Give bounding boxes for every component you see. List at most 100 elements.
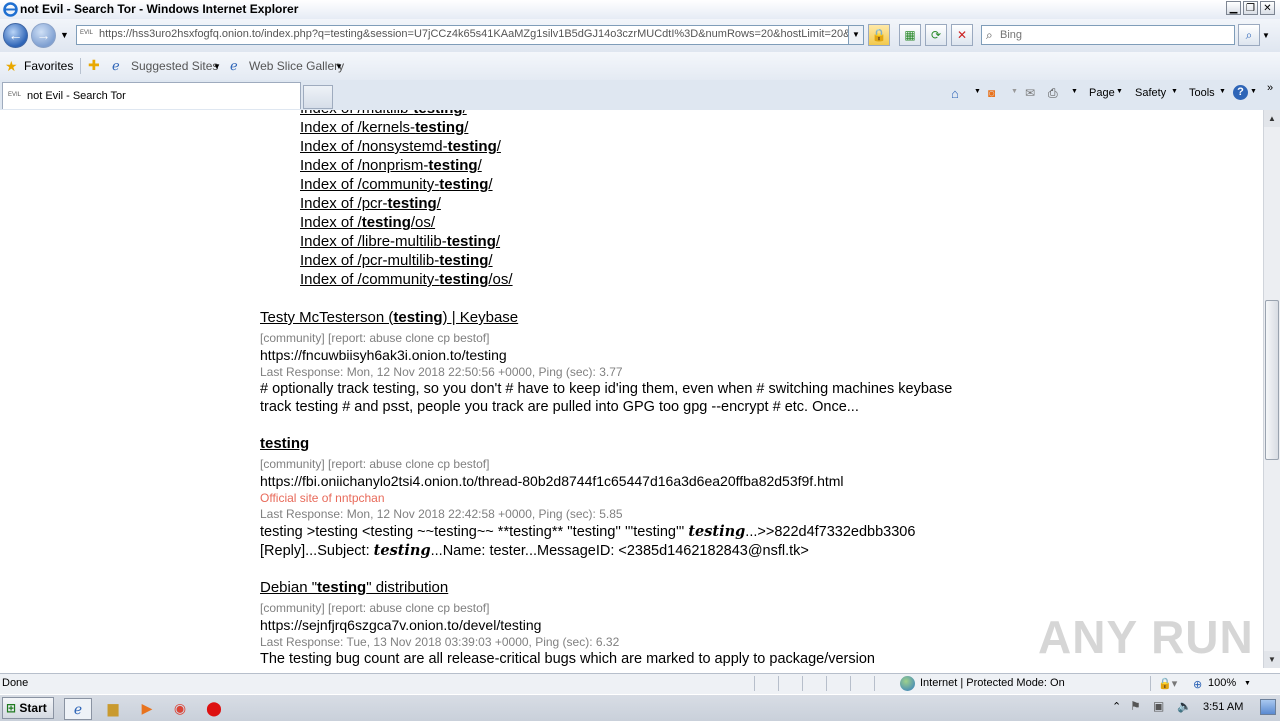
show-desktop-button[interactable] bbox=[1260, 699, 1276, 715]
index-link[interactable]: Index of /pcr-testing/ bbox=[300, 195, 441, 212]
search-button[interactable]: ⌕ bbox=[1238, 24, 1260, 46]
chevron-down-icon[interactable]: ▼ bbox=[213, 62, 221, 71]
result-meta: [community] [report: abuse clone cp best… bbox=[260, 331, 490, 345]
recent-pages-dropdown[interactable]: ▼ bbox=[60, 30, 69, 40]
index-link[interactable]: Index of /kernels-testing/ bbox=[300, 119, 468, 136]
zoom-level[interactable]: 100% bbox=[1208, 677, 1236, 689]
index-link[interactable]: Index of /nonprism-testing/ bbox=[300, 157, 482, 174]
address-row: ← → ▼ EVIL https://hss3uro2hsxfogfq.onio… bbox=[0, 19, 1280, 52]
vertical-scrollbar[interactable]: ▲ ▼ bbox=[1263, 110, 1280, 668]
show-hidden-icons-icon[interactable]: ⌃ bbox=[1112, 700, 1121, 713]
security-lock-icon[interactable]: 🔒 bbox=[868, 24, 890, 46]
print-icon[interactable]: ⎙ bbox=[1048, 86, 1058, 101]
action-center-flag-icon[interactable]: ⚑ bbox=[1130, 699, 1141, 713]
result-title-link[interactable]: Testy McTesterson (testing) | Keybase bbox=[260, 309, 518, 326]
start-button[interactable]: ⊞ Start bbox=[2, 697, 54, 719]
taskbar-app-icon[interactable]: ⬤ bbox=[201, 698, 227, 718]
taskbar-ie-icon[interactable]: ℯ bbox=[64, 698, 92, 720]
separator bbox=[80, 58, 81, 74]
result-response: Last Response: Mon, 12 Nov 2018 22:42:58… bbox=[260, 507, 623, 521]
scroll-thumb[interactable] bbox=[1265, 300, 1279, 460]
more-chevron-icon[interactable]: » bbox=[1267, 82, 1273, 94]
result-url: https://sejnfjrq6szgca7v.onion.to/devel/… bbox=[260, 617, 542, 633]
taskbar-explorer-icon[interactable]: ▆ bbox=[100, 698, 126, 718]
compatibility-view-button[interactable]: ▦ bbox=[899, 24, 921, 46]
back-button[interactable]: ← bbox=[3, 23, 28, 48]
forward-button[interactable]: → bbox=[31, 23, 56, 48]
feeds-icon[interactable]: ◙ bbox=[988, 86, 995, 100]
scroll-down-arrow[interactable]: ▼ bbox=[1264, 651, 1280, 668]
favorites-star-icon: ★ bbox=[5, 58, 18, 74]
scroll-up-arrow[interactable]: ▲ bbox=[1264, 110, 1280, 127]
anyrun-watermark: ANY RUN bbox=[1038, 611, 1254, 663]
index-link[interactable]: Index of /libre-multilib-testing/ bbox=[300, 233, 500, 250]
taskbar-chrome-icon[interactable]: ◉ bbox=[167, 698, 193, 718]
page-menu[interactable]: Page bbox=[1089, 87, 1115, 99]
web-slice-icon: ℯ bbox=[230, 58, 238, 73]
result-response: Last Response: Mon, 12 Nov 2018 22:50:56… bbox=[260, 365, 623, 379]
official-site-note: Official site of nntpchan bbox=[260, 491, 385, 505]
add-ons-icon[interactable]: 🔒▾ bbox=[1158, 677, 1177, 690]
result-meta: [community] [report: abuse clone cp best… bbox=[260, 457, 490, 471]
tab-title: not Evil - Search Tor bbox=[27, 90, 126, 102]
chevron-down-icon[interactable]: ▼ bbox=[1071, 88, 1078, 95]
taskbar: ⊞ Start ℯ ▆ ▶ ◉ ⬤ ⌃ ⚑ ▣ 🔈 3:51 AM bbox=[0, 694, 1280, 721]
suggested-sites-link[interactable]: Suggested Sites bbox=[131, 59, 218, 73]
chevron-down-icon[interactable]: ▼ bbox=[974, 88, 981, 95]
status-bar: Done Internet | Protected Mode: On 🔒▾ ⊕ … bbox=[0, 673, 1280, 694]
status-segment bbox=[826, 676, 849, 691]
favorites-button[interactable]: Favorites bbox=[24, 59, 73, 73]
restore-button[interactable]: ❐ bbox=[1243, 1, 1258, 15]
security-zone-text[interactable]: Internet | Protected Mode: On bbox=[920, 677, 1065, 689]
result-url: https://fncuwbiisyh6ak3i.onion.to/testin… bbox=[260, 347, 507, 363]
stop-button[interactable]: ✕ bbox=[951, 24, 973, 46]
status-segment bbox=[778, 676, 801, 691]
chevron-down-icon[interactable]: ▼ bbox=[1219, 88, 1226, 95]
chevron-down-icon[interactable]: ▼ bbox=[1171, 88, 1178, 95]
chevron-down-icon[interactable]: ▼ bbox=[335, 62, 343, 71]
volume-icon[interactable]: 🔈 bbox=[1177, 699, 1192, 713]
title-bar: not Evil - Search Tor - Windows Internet… bbox=[0, 0, 1280, 20]
search-input[interactable] bbox=[1000, 27, 1230, 43]
add-favorites-icon[interactable]: ✚ bbox=[88, 57, 100, 74]
index-link[interactable]: Index of /community-testing/ bbox=[300, 176, 493, 193]
chevron-down-icon[interactable]: ▼ bbox=[1250, 88, 1257, 95]
result-description: [Reply]...Subject: testing...Name: teste… bbox=[260, 542, 809, 559]
help-icon[interactable]: ? bbox=[1233, 85, 1248, 100]
new-tab-button[interactable] bbox=[303, 85, 333, 109]
address-dropdown-button[interactable]: ▼ bbox=[848, 26, 863, 44]
clock[interactable]: 3:51 AM bbox=[1203, 701, 1243, 713]
internet-zone-globe-icon bbox=[900, 676, 915, 691]
chevron-down-icon[interactable]: ▼ bbox=[1116, 88, 1123, 95]
suggested-sites-icon: ℯ bbox=[112, 58, 120, 73]
search-options-dropdown[interactable]: ▼ bbox=[1262, 31, 1270, 40]
web-slice-gallery-link[interactable]: Web Slice Gallery bbox=[249, 59, 344, 73]
index-link[interactable]: Index of /testing/os/ bbox=[300, 214, 435, 231]
safety-menu[interactable]: Safety bbox=[1135, 87, 1166, 99]
address-url[interactable]: https://hss3uro2hsxfogfq.onion.to/index.… bbox=[99, 28, 851, 40]
result-response: Last Response: Tue, 13 Nov 2018 03:39:03… bbox=[260, 635, 620, 649]
home-icon[interactable]: ⌂ bbox=[951, 86, 959, 101]
close-window-button[interactable]: ✕ bbox=[1260, 1, 1275, 15]
tab-active[interactable]: EVIL not Evil - Search Tor bbox=[2, 82, 301, 109]
result-title-link[interactable]: Debian "testing" distribution bbox=[260, 579, 448, 596]
index-link[interactable]: Index of /nonsystemd-testing/ bbox=[300, 138, 501, 155]
taskbar-media-player-icon[interactable]: ▶ bbox=[134, 698, 160, 718]
search-box[interactable]: ⌕ bbox=[981, 25, 1235, 45]
index-link[interactable]: Index of /multilib-testing/ bbox=[300, 110, 467, 117]
window-title: not Evil - Search Tor - Windows Internet… bbox=[20, 2, 299, 16]
tools-menu[interactable]: Tools bbox=[1189, 87, 1215, 99]
network-icon[interactable]: ▣ bbox=[1153, 699, 1164, 713]
result-title-link[interactable]: testing bbox=[260, 435, 309, 452]
read-mail-icon[interactable]: ✉ bbox=[1025, 86, 1035, 100]
result-url: https://fbi.oniichanylo2tsi4.onion.to/th… bbox=[260, 473, 844, 489]
index-link[interactable]: Index of /pcr-multilib-testing/ bbox=[300, 252, 493, 269]
refresh-button[interactable]: ⟳ bbox=[925, 24, 947, 46]
tab-favicon-icon: EVIL bbox=[8, 92, 22, 98]
index-link[interactable]: Index of /community-testing/os/ bbox=[300, 271, 513, 288]
zoom-icon: ⊕ bbox=[1193, 679, 1203, 691]
chevron-down-icon[interactable]: ▼ bbox=[1011, 88, 1018, 95]
zoom-dropdown[interactable]: ▼ bbox=[1244, 680, 1251, 687]
minimize-button[interactable]: ▁ bbox=[1226, 1, 1241, 15]
address-bar[interactable]: EVIL https://hss3uro2hsxfogfq.onion.to/i… bbox=[76, 25, 864, 45]
